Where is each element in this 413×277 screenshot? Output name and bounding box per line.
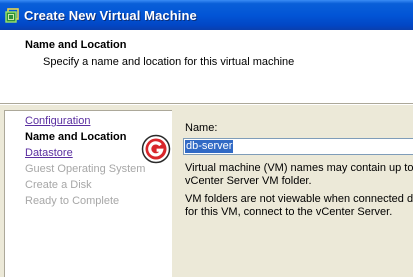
step-guest-operating-system: Guest Operating System [25, 163, 146, 175]
name-label: Name: [185, 122, 218, 134]
step-name-and-location: Name and Location [25, 131, 127, 143]
vm-wizard-icon [5, 8, 19, 23]
wizard-header: Name and Location Specify a name and loc… [0, 30, 413, 103]
wizard-body: Configuration Name and Location Datastor… [0, 105, 413, 277]
content-panel: Name: db-server Virtual machine (VM) nam… [175, 110, 413, 277]
wizard-window: Create New Virtual Machine Name and Loca… [0, 0, 413, 277]
vm-name-info-line-1: Virtual machine (VM) names may contain u… [185, 162, 413, 174]
step-configuration[interactable]: Configuration [25, 115, 90, 127]
step-create-a-disk: Create a Disk [25, 179, 92, 191]
vm-name-input[interactable]: db-server [183, 138, 413, 155]
page-title: Name and Location [25, 39, 127, 51]
page-subtitle: Specify a name and location for this vir… [43, 56, 295, 68]
vm-name-info-line-2: vCenter Server VM folder. [185, 175, 312, 187]
current-step-marker-icon [141, 134, 171, 164]
vm-folder-info-line-1: VM folders are not viewable when connect… [185, 193, 413, 205]
steps-panel: Configuration Name and Location Datastor… [4, 110, 172, 277]
window-title: Create New Virtual Machine [24, 8, 197, 23]
step-ready-to-complete: Ready to Complete [25, 195, 120, 207]
step-datastore[interactable]: Datastore [25, 147, 73, 159]
vm-name-value[interactable]: db-server [185, 140, 234, 153]
title-bar[interactable]: Create New Virtual Machine [0, 0, 413, 30]
vm-folder-info-line-2: for this VM, connect to the vCenter Serv… [185, 206, 393, 218]
